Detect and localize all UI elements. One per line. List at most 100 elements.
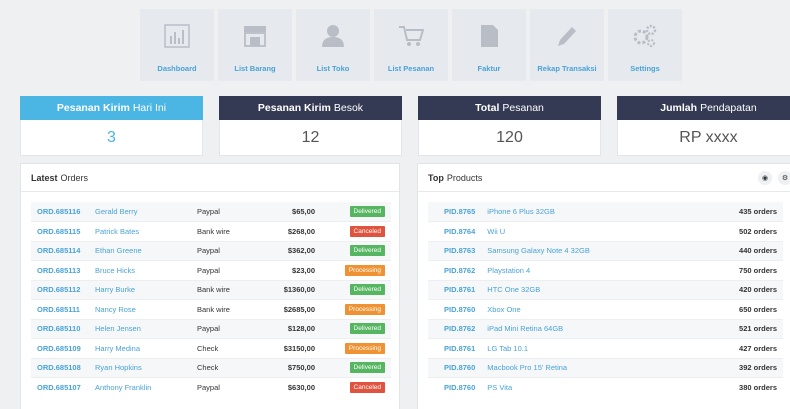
product-id-link[interactable]: PID.8760 xyxy=(428,377,482,397)
customer-name-link[interactable]: Ethan Greene xyxy=(89,240,191,261)
order-id-link[interactable]: ORD.685114 xyxy=(31,240,89,261)
payment-method: Paypal xyxy=(191,240,261,261)
table-row[interactable]: PID.8760 Macbook Pro 15' Retina 392 orders xyxy=(428,357,783,378)
nav-dashboard[interactable]: Dashboard xyxy=(140,9,214,81)
table-row[interactable]: ORD.685115 Patrick Bates Bank wire $268,00 C… xyxy=(31,221,391,241)
table-row[interactable]: ORD.685116 Gerald Berry Paypal $65,00 Delive… xyxy=(31,202,391,222)
nav-label: Dashboard xyxy=(157,64,197,73)
order-amount: $1360,00 xyxy=(261,279,321,300)
customer-name-link[interactable]: Gerald Berry xyxy=(89,202,191,222)
payment-method: Paypal xyxy=(191,202,261,222)
status-badge: Delivered xyxy=(349,362,385,374)
table-row[interactable]: PID.8760 Xbox One 650 orders xyxy=(428,299,783,319)
order-id-link[interactable]: ORD.685112 xyxy=(31,279,89,300)
product-id-link[interactable]: PID.8764 xyxy=(428,221,482,241)
nav-label: Settings xyxy=(630,64,660,73)
product-name-link[interactable]: LG Tab 10.1 xyxy=(481,338,702,358)
nav-settings[interactable]: Settings xyxy=(608,9,682,81)
cart-icon xyxy=(398,22,424,50)
customer-name-link[interactable]: Helen Jensen xyxy=(89,318,191,339)
stat-value: 3 xyxy=(20,120,203,156)
table-row[interactable]: PID.8762 Playstation 4 750 orders xyxy=(428,260,783,280)
product-name-link[interactable]: Playstation 4 xyxy=(481,260,702,280)
product-id-link[interactable]: PID.8762 xyxy=(428,260,482,280)
customer-name-link[interactable]: Harry Medina xyxy=(89,338,191,358)
eye-icon[interactable]: ◉ xyxy=(758,171,772,185)
product-id-link[interactable]: PID.8763 xyxy=(428,240,482,261)
status-cell: Delivered xyxy=(321,357,391,378)
stat-value: 12 xyxy=(219,120,402,156)
product-name-link[interactable]: HTC One 32GB xyxy=(481,279,702,300)
stat-card-pesanan-besok: Pesanan Kirim Besok 12 xyxy=(219,96,402,156)
nav-faktur[interactable]: Faktur xyxy=(452,9,526,81)
payment-method: Paypal xyxy=(191,318,261,339)
order-id-link[interactable]: ORD.685115 xyxy=(31,221,89,241)
top-navigation: Dashboard List Barang List Toko List Pes… xyxy=(140,9,682,81)
order-id-link[interactable]: ORD.685109 xyxy=(31,338,89,358)
product-id-link[interactable]: PID.8760 xyxy=(428,357,482,378)
nav-label: List Pesanan xyxy=(387,64,435,73)
table-row[interactable]: ORD.685113 Bruce Hicks Paypal $23,00 Process… xyxy=(31,260,391,280)
order-id-link[interactable]: ORD.685107 xyxy=(31,377,89,397)
product-name-link[interactable]: Wii U xyxy=(481,221,702,241)
order-id-link[interactable]: ORD.685110 xyxy=(31,318,89,339)
product-id-link[interactable]: PID.8760 xyxy=(428,299,482,319)
order-amount: $2685,00 xyxy=(261,299,321,319)
order-amount: $3150,00 xyxy=(261,338,321,358)
product-name-link[interactable]: iPad Mini Retina 64GB xyxy=(481,318,702,339)
product-name-link[interactable]: Xbox One xyxy=(481,299,702,319)
nav-label: Rekap Transaksi xyxy=(537,64,597,73)
product-name-link[interactable]: Macbook Pro 15' Retina xyxy=(481,357,702,378)
status-badge: Delivered xyxy=(349,323,385,335)
payment-method: Bank wire xyxy=(191,279,261,300)
stat-card-pesanan-hari-ini: Pesanan Kirim Hari Ini 3 xyxy=(20,96,203,156)
nav-list-toko[interactable]: List Toko xyxy=(296,9,370,81)
stat-value: RP xxxx xyxy=(617,120,790,156)
product-id-link[interactable]: PID.8762 xyxy=(428,318,482,339)
panel-title: Latest Orders xyxy=(21,164,399,192)
table-row[interactable]: ORD.685107 Anthony Franklin Paypal $630,00 C… xyxy=(31,377,391,397)
product-orders-count: 440 orders xyxy=(701,240,783,261)
table-row[interactable]: ORD.685112 Harry Burke Bank wire $1360,00 De… xyxy=(31,279,391,300)
status-cell: Processing xyxy=(321,299,391,319)
order-id-link[interactable]: ORD.685108 xyxy=(31,357,89,378)
product-name-link[interactable]: Samsung Galaxy Note 4 32GB xyxy=(481,240,702,261)
table-row[interactable]: PID.8761 HTC One 32GB 420 orders xyxy=(428,279,783,300)
status-cell: Delivered xyxy=(321,240,391,261)
customer-name-link[interactable]: Bruce Hicks xyxy=(89,260,191,280)
nav-list-barang[interactable]: List Barang xyxy=(218,9,292,81)
table-row[interactable]: PID.8762 iPad Mini Retina 64GB 521 orders xyxy=(428,318,783,339)
table-row[interactable]: PID.8764 Wii U 502 orders xyxy=(428,221,783,241)
customer-name-link[interactable]: Nancy Rose xyxy=(89,299,191,319)
order-id-link[interactable]: ORD.685113 xyxy=(31,260,89,280)
table-row[interactable]: ORD.685109 Harry Medina Check $3150,00 Proce… xyxy=(31,338,391,358)
product-orders-count: 750 orders xyxy=(701,260,783,280)
stat-header: Pesanan Kirim Besok xyxy=(219,96,402,120)
payment-method: Bank wire xyxy=(191,221,261,241)
nav-rekap-transaksi[interactable]: Rekap Transaksi xyxy=(530,9,604,81)
product-name-link[interactable]: iPhone 6 Plus 32GB xyxy=(481,202,702,222)
product-name-link[interactable]: PS Vita xyxy=(481,377,702,397)
gear-icon[interactable]: ⚙ xyxy=(778,171,790,185)
nav-list-pesanan[interactable]: List Pesanan xyxy=(374,9,448,81)
payment-method: Bank wire xyxy=(191,299,261,319)
customer-name-link[interactable]: Patrick Bates xyxy=(89,221,191,241)
customer-name-link[interactable]: Harry Burke xyxy=(89,279,191,300)
customer-name-link[interactable]: Ryan Hopkins xyxy=(89,357,191,378)
table-row[interactable]: ORD.685108 Ryan Hopkins Check $750,00 Delive… xyxy=(31,357,391,378)
product-id-link[interactable]: PID.8761 xyxy=(428,338,482,358)
customer-name-link[interactable]: Anthony Franklin xyxy=(89,377,191,397)
table-row[interactable]: PID.8760 PS Vita 380 orders xyxy=(428,377,783,397)
product-orders-count: 521 orders xyxy=(701,318,783,339)
table-row[interactable]: PID.8763 Samsung Galaxy Note 4 32GB 440 or… xyxy=(428,240,783,261)
table-row[interactable]: ORD.685111 Nancy Rose Bank wire $2685,00 Pro… xyxy=(31,299,391,319)
order-id-link[interactable]: ORD.685111 xyxy=(31,299,89,319)
table-row[interactable]: ORD.685110 Helen Jensen Paypal $128,00 Deliv… xyxy=(31,318,391,339)
status-badge: Canceled xyxy=(349,382,385,393)
product-id-link[interactable]: PID.8761 xyxy=(428,279,482,300)
table-row[interactable]: ORD.685114 Ethan Greene Paypal $362,00 Deliv… xyxy=(31,240,391,261)
order-id-link[interactable]: ORD.685116 xyxy=(31,202,89,222)
product-id-link[interactable]: PID.8765 xyxy=(428,202,482,222)
table-row[interactable]: PID.8761 LG Tab 10.1 427 orders xyxy=(428,338,783,358)
table-row[interactable]: PID.8765 iPhone 6 Plus 32GB 435 orders xyxy=(428,202,783,222)
